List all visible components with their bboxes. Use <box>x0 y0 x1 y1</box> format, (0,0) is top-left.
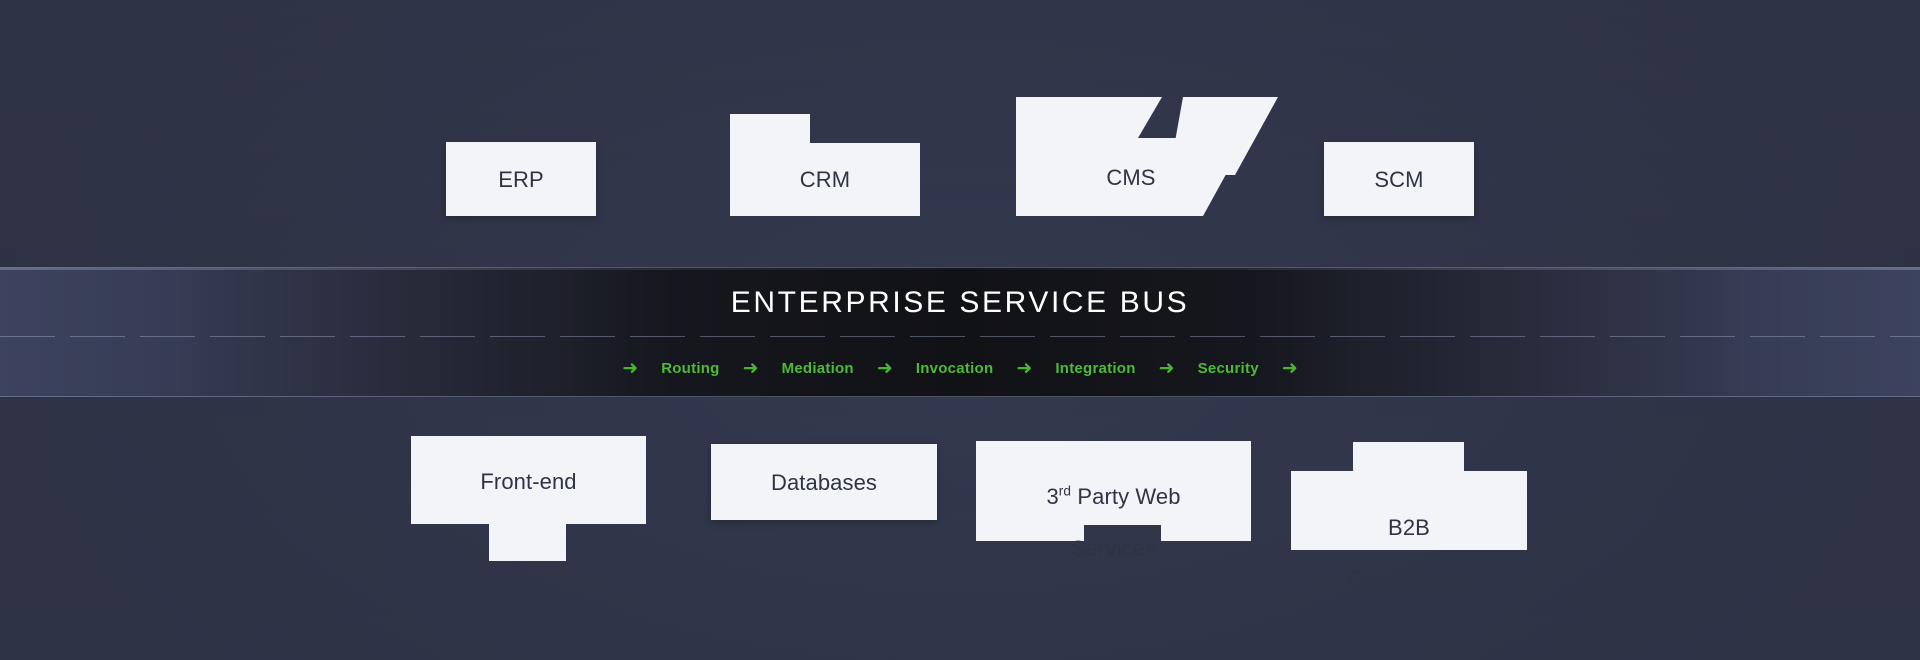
arrow-icon: ➜ <box>876 356 893 379</box>
cms-shape <box>1016 97 1278 216</box>
b2b-shape <box>1291 442 1527 550</box>
system-node-crm[interactable]: CRM <box>730 114 920 216</box>
system-node-b2b-connections[interactable]: B2B Connections <box>1291 442 1527 592</box>
system-node-front-end[interactable]: Front-end <box>411 436 646 561</box>
scm-shape <box>1324 142 1474 216</box>
capability-integration[interactable]: Integration <box>1051 360 1139 377</box>
databases-shape <box>711 444 937 520</box>
enterprise-service-bus-band: ENTERPRISE SERVICE BUS ➜ Routing ➜ Media… <box>0 267 1920 397</box>
esb-capability-list: ➜ Routing ➜ Mediation ➜ Invocation ➜ Int… <box>0 348 1920 388</box>
3rd-party-shape <box>976 441 1251 541</box>
esb-dashed-divider <box>0 336 1920 337</box>
system-node-scm[interactable]: SCM <box>1324 142 1474 216</box>
erp-shape <box>446 142 596 216</box>
system-node-erp[interactable]: ERP <box>446 142 596 216</box>
arrow-icon: ➜ <box>622 356 639 379</box>
arrow-icon: ➜ <box>1016 356 1033 379</box>
diagram-canvas: ERP CRM CMS SCM ENTERPRISE SERVICE BUS ➜… <box>0 0 1920 660</box>
system-node-databases[interactable]: Databases <box>711 444 937 520</box>
arrow-icon: ➜ <box>742 356 759 379</box>
crm-shape <box>730 114 920 216</box>
capability-security[interactable]: Security <box>1194 360 1263 377</box>
arrow-icon: ➜ <box>1281 356 1298 379</box>
b2b-label-line2: Connections <box>1347 566 1471 592</box>
arrow-icon: ➜ <box>1158 356 1175 379</box>
system-node-cms[interactable]: CMS <box>1016 97 1278 216</box>
capability-invocation[interactable]: Invocation <box>912 360 998 377</box>
front-end-shape <box>411 436 646 561</box>
system-node-3rd-party-web-services[interactable]: 3rd Party Web Services <box>976 441 1251 561</box>
esb-title: ENTERPRISE SERVICE BUS <box>730 286 1190 319</box>
capability-routing[interactable]: Routing <box>657 360 723 377</box>
capability-mediation[interactable]: Mediation <box>778 360 858 377</box>
